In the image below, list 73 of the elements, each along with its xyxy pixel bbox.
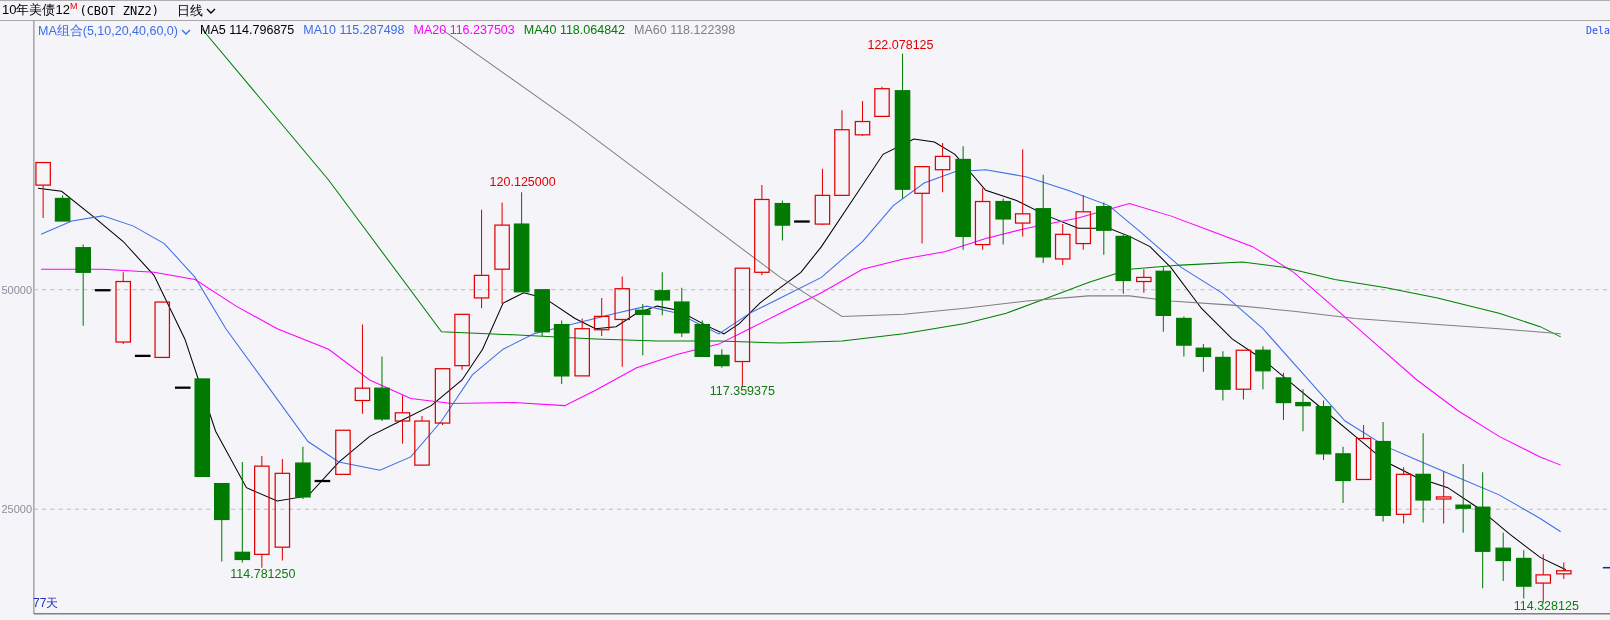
axis-label: 50000 [0, 283, 32, 296]
moving-average-value: MA40 118.064842 [523, 23, 625, 39]
candlestick [1556, 562, 1572, 580]
caret-icon [180, 28, 191, 35]
candlestick [1255, 345, 1271, 390]
candlestick [94, 289, 111, 292]
price-label: 114.781250 [230, 567, 296, 581]
candlestick [934, 142, 951, 193]
candlestick [174, 386, 191, 389]
candlestick [1315, 400, 1332, 461]
candlestick [794, 220, 810, 223]
candlestick [593, 297, 610, 337]
candlestick [1136, 268, 1152, 294]
price-label: 122.078125 [867, 37, 934, 52]
candlestick [314, 479, 331, 483]
candlestick [35, 161, 51, 219]
candlestick [534, 289, 550, 337]
candlestick [1235, 349, 1252, 400]
instrument-title[interactable]: 10年美债12$^{M}$ (CBOT ZNZ2) [2, 1, 159, 20]
candlestick [1115, 233, 1132, 295]
price-label: 114.328125 [1513, 598, 1579, 613]
period-dropdown[interactable]: 日线 [176, 1, 216, 20]
candlestick [874, 86, 890, 117]
candlestick [634, 303, 651, 356]
candlestick [335, 429, 351, 475]
candlestick [995, 197, 1011, 246]
candlestick [674, 287, 690, 338]
candlestick [1295, 388, 1311, 432]
moving-average-value: MA5 114.796875 [199, 23, 295, 39]
candlestick [974, 187, 991, 251]
candlestick [553, 320, 570, 385]
period-count: 77天 [33, 595, 59, 612]
candlestick [1455, 463, 1471, 534]
moving-average-value: MA20 116.237503 [413, 23, 515, 39]
candlestick [394, 394, 411, 445]
candlestick [1395, 466, 1412, 525]
candlestick [295, 446, 311, 500]
candlestick [814, 168, 831, 226]
candlestick [1075, 194, 1092, 251]
candlestick [694, 320, 711, 357]
candlestick [1515, 549, 1532, 599]
candlestick [454, 313, 470, 371]
candlestick [1435, 470, 1452, 525]
candlestick [1176, 315, 1192, 357]
price-marker [1602, 566, 1610, 569]
candlestick [854, 100, 871, 137]
candlestick [434, 368, 451, 426]
candlestick [374, 355, 390, 422]
candlestick [1195, 343, 1212, 373]
candlestick [154, 301, 171, 359]
candlestick [1054, 223, 1071, 266]
candlestick [54, 194, 71, 222]
delay-label: Dela [1585, 25, 1610, 36]
candlestick [414, 415, 430, 466]
candlestick [134, 354, 151, 357]
price-label: 120.125000 [489, 175, 556, 190]
moving-average-value: MA10 115.287498 [303, 23, 405, 39]
candlestick [1096, 202, 1112, 256]
moving-average-value: MA60 118.122398 [634, 23, 736, 39]
axis-label: 25000 [0, 503, 32, 516]
candlestick [1275, 372, 1292, 421]
candlestick [574, 317, 590, 377]
caret-icon [205, 7, 216, 14]
candlestick [1335, 446, 1351, 504]
candlestick [714, 348, 730, 369]
candlestick [774, 199, 791, 241]
candlestick [1355, 424, 1372, 481]
candlestick [654, 271, 671, 316]
candlestick [1155, 266, 1172, 333]
candlestick [1495, 532, 1511, 582]
candlestick [1215, 350, 1231, 401]
ma-selector[interactable]: MA组合(5,10,20,40,60,0) [38, 23, 191, 40]
price-label: 117.359375 [709, 384, 775, 399]
